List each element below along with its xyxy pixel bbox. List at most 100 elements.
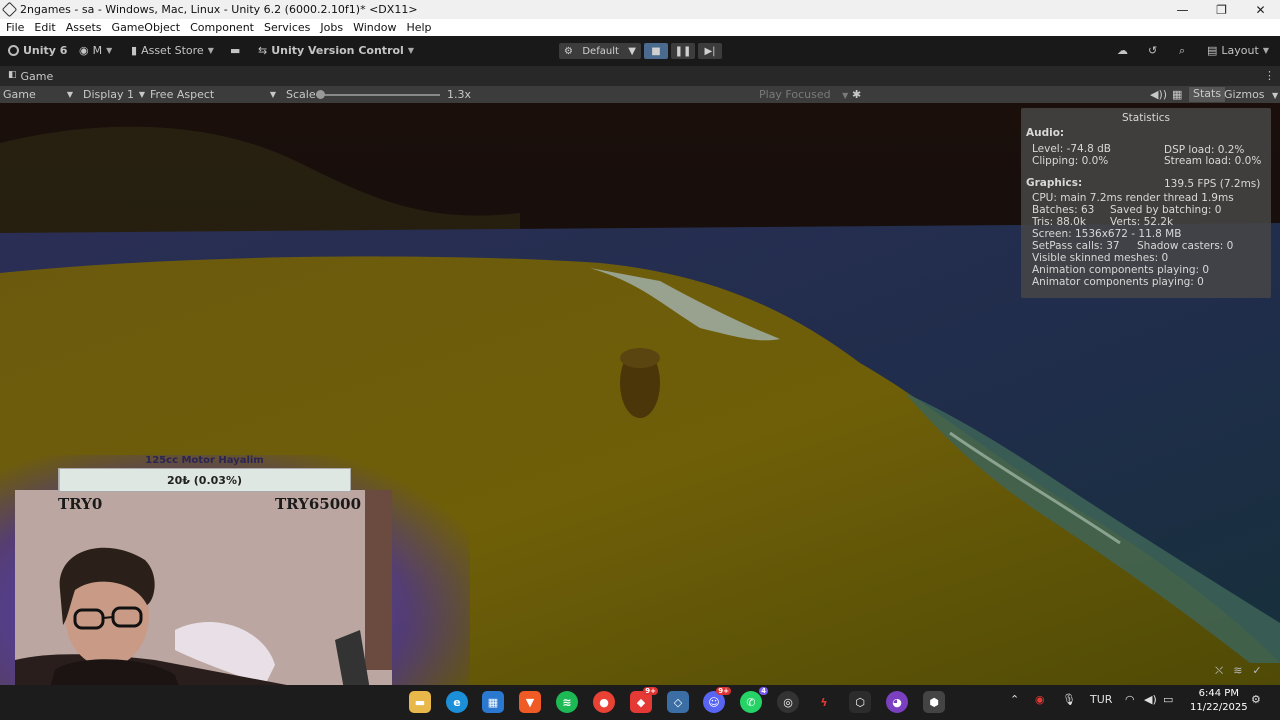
grid-icon[interactable]: ▦ [1172, 88, 1182, 101]
batches-stat: Batches: 63 [1032, 204, 1095, 216]
menu-assets[interactable]: Assets [66, 21, 102, 34]
github-icon[interactable]: ◕ [886, 691, 908, 713]
pause-button[interactable]: ❚❚ [671, 43, 695, 59]
chevron-down-icon: ▼ [106, 46, 113, 55]
scale-slider-track[interactable] [316, 90, 440, 99]
app-badge-icon[interactable]: ◆ 9+ [630, 687, 658, 713]
tray-app-icon[interactable]: ◉ [1035, 693, 1045, 706]
language-indicator[interactable]: TUR [1090, 693, 1112, 706]
spotify-icon[interactable]: ≋ [556, 691, 578, 713]
graphics-header: Graphics: [1026, 177, 1083, 189]
unity-logo-icon [8, 45, 19, 56]
file-explorer-icon[interactable]: ▬ [409, 691, 431, 713]
gizmos-dropdown[interactable]: Gizmos ▼ [1224, 88, 1278, 101]
scale-value: 1.3x [447, 88, 472, 101]
aspect-dropdown[interactable]: Free Aspect ▼ [150, 88, 278, 101]
donation-goal-title: 125cc Motor Hayalim [145, 455, 264, 466]
menu-gameobject[interactable]: GameObject [112, 21, 181, 34]
bag-icon: ▮ [131, 44, 138, 57]
play-mode-dropdown[interactable]: ⚙ Default ▼ [559, 43, 641, 59]
chevron-down-icon: ▼ [1272, 91, 1279, 100]
menu-window[interactable]: Window [353, 21, 396, 34]
menu-component[interactable]: Component [190, 21, 254, 34]
brave-icon[interactable]: ▼ [519, 691, 541, 713]
scale-label: Scale [286, 88, 316, 101]
mute-icon[interactable]: ⛌ [1215, 664, 1223, 678]
display-dropdown[interactable]: Display 1 ▼ [83, 88, 145, 101]
layout-icon: ▤ [1207, 44, 1218, 57]
search-icon[interactable]: ⌕ [1179, 44, 1185, 58]
lightning-icon[interactable]: ϟ [813, 691, 835, 713]
package-button[interactable]: ▬ [230, 44, 240, 57]
donation-goal-min: TRY0 [58, 495, 103, 513]
verts-stat: Verts: 52.2k [1110, 216, 1174, 228]
account-dropdown[interactable]: ◉ M ▼ [79, 44, 112, 57]
cloud-icon[interactable]: ☁ [1117, 44, 1128, 57]
volume-icon[interactable]: ◀) [1144, 693, 1157, 706]
statistics-panel: Statistics Audio: Level: -74.8 dB DSP lo… [1021, 108, 1271, 298]
scale-slider-handle[interactable] [316, 90, 325, 99]
account-label: M [92, 44, 103, 57]
circle-app-icon[interactable]: ◎ [777, 691, 799, 713]
layers-icon[interactable]: ≋ [1233, 664, 1242, 678]
view-label: Game [3, 88, 36, 101]
menu-edit[interactable]: Edit [34, 21, 55, 34]
whatsapp-icon[interactable]: ✆ 4 [740, 687, 768, 713]
notification-icon[interactable]: ⚙ [1251, 693, 1261, 706]
system-clock[interactable]: 6:44 PM 11/22/2025 [1190, 687, 1248, 715]
diamond-app-icon[interactable]: ◇ [667, 691, 689, 713]
version-control-label: Unity Version Control [271, 44, 404, 57]
menu-services[interactable]: Services [264, 21, 310, 34]
edge-icon[interactable]: e [446, 691, 468, 713]
view-dropdown[interactable]: Game ▼ [3, 88, 75, 101]
animation-components-stat: Animation components playing: 0 [1032, 264, 1210, 276]
asset-store-button[interactable]: ▮ Asset Store ▼ [131, 44, 214, 57]
menu-file[interactable]: File [6, 21, 24, 34]
chrome-badge: 9+ [643, 687, 658, 695]
unity-hub-icon[interactable]: ⬡ [849, 691, 871, 713]
play-focused-dropdown[interactable]: Play Focused ▼ [759, 88, 848, 101]
discord-icon[interactable]: ☺ 9+ [703, 687, 731, 713]
history-icon[interactable]: ↺ [1148, 44, 1157, 57]
minimize-button[interactable]: — [1163, 3, 1202, 17]
check-circle-icon[interactable]: ✓ [1252, 664, 1261, 678]
unity-label: Unity 6 [23, 44, 68, 57]
menu-jobs[interactable]: Jobs [320, 21, 343, 34]
tab-game[interactable]: ◧ Game [8, 70, 53, 83]
screen-stat: Screen: 1536x672 - 11.8 MB [1032, 228, 1182, 240]
chrome-icon[interactable]: ● [593, 691, 615, 713]
layout-label: Layout [1221, 44, 1259, 57]
chevron-down-icon: ▼ [1262, 46, 1269, 55]
battery-icon[interactable]: ▭ [1163, 693, 1173, 706]
microphone-icon[interactable]: 🎙 [1062, 693, 1076, 706]
chevron-down-icon: ▼ [66, 90, 73, 99]
bug-icon[interactable]: ✱ [852, 88, 861, 101]
audio-header: Audio: [1026, 127, 1065, 139]
chevron-up-icon[interactable]: ⌃ [1010, 693, 1019, 706]
more-options-icon[interactable]: ⋮ [1264, 69, 1275, 82]
clock-time: 6:44 PM [1198, 688, 1239, 699]
user-icon: ◉ [79, 44, 89, 57]
fps-readout: 139.5 FPS (7.2ms) [1164, 178, 1261, 190]
unity-account-button[interactable]: Unity 6 [8, 44, 67, 57]
chevron-down-icon: ▼ [842, 91, 849, 100]
maximize-button[interactable]: ❐ [1202, 3, 1241, 17]
wifi-icon[interactable]: ◠ [1125, 693, 1135, 706]
step-button[interactable]: ▶| [698, 43, 722, 59]
display-label: Display 1 [83, 88, 135, 101]
close-button[interactable]: ✕ [1241, 3, 1280, 17]
menu-help[interactable]: Help [406, 21, 431, 34]
unity-icon[interactable]: ⬢ [923, 691, 945, 713]
pause-icon: ❚❚ [674, 45, 692, 57]
setpass-stat: SetPass calls: 37 [1032, 240, 1120, 252]
package-icon: ▬ [230, 44, 241, 57]
window-title: 2ngames - sa - Windows, Mac, Linux - Uni… [20, 3, 418, 16]
version-control-button[interactable]: ⇆ Unity Version Control ▼ [258, 44, 414, 57]
layout-dropdown[interactable]: ▤ Layout ▼ [1207, 44, 1269, 57]
play-button[interactable]: ■ [644, 43, 668, 59]
store-icon[interactable]: ▦ [482, 691, 504, 713]
play-mode-icon: ⚙ [564, 45, 573, 57]
mute-audio-icon[interactable]: ◀)) [1150, 88, 1167, 101]
donation-goal-bar: 20₺ (0.03%) [58, 468, 351, 492]
stats-button[interactable]: Stats [1189, 87, 1226, 102]
